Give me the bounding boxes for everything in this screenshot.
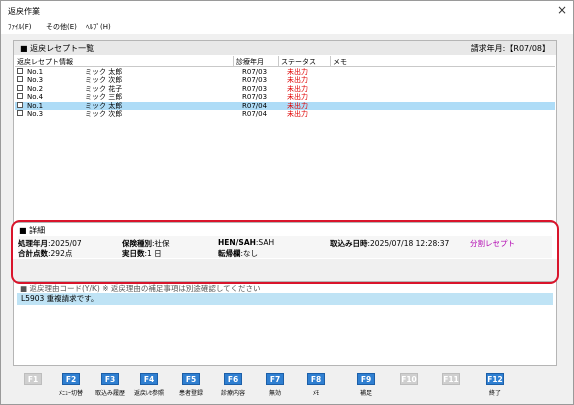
- rebate-list-panel: ■ 返戻レセプト一覧 請求年月:【R07/08】 返戻レセプト情報 診療年月 ス…: [13, 40, 557, 223]
- status-text: 未出力: [287, 84, 308, 93]
- column-header: 返戻レセプト情報 診療年月 ステータス メモ: [15, 56, 555, 67]
- detail-fields: 処理年月:2025/07 保険種別:社保 HEN/SAH:SAH 取込み日時:2…: [18, 236, 552, 258]
- title-bar: 返戻作業 ×: [1, 1, 573, 20]
- fkey-label: 診療内容: [220, 390, 245, 397]
- patient-name: ミック 次郎: [85, 76, 123, 85]
- fkey-cap: F6: [224, 373, 242, 385]
- status-text: 未出力: [287, 76, 308, 85]
- app-window: 返戻作業 × ﾌｧｲﾙ(F) その他(E) ﾍﾙﾌﾟ(H) ■ 返戻レセプト一覧…: [0, 0, 574, 405]
- days-field: 実日数:1 日: [122, 249, 162, 258]
- fkey-label: 取込み履歴: [94, 390, 125, 397]
- fkey-f3[interactable]: F3 取込み履歴: [88, 373, 132, 397]
- patient-name: ミック 次郎: [85, 109, 123, 118]
- detail-title: ■ 詳細: [19, 226, 46, 235]
- window-title: 返戻作業: [8, 7, 40, 16]
- status-text: 未出力: [287, 93, 308, 102]
- menu-file[interactable]: ﾌｧｲﾙ(F): [8, 22, 32, 32]
- list-item[interactable]: No.1 ミック 太郎 R07/04 未出力: [15, 101, 555, 110]
- col-status[interactable]: ステータス: [281, 57, 316, 67]
- fkey-f5[interactable]: F5 患者登録: [169, 373, 213, 397]
- fkey-cap: F12: [486, 373, 504, 385]
- points-field: 合計点数:292点: [18, 249, 73, 258]
- billing-month: 請求年月:【R07/08】: [470, 44, 550, 53]
- col-memo[interactable]: メモ: [333, 57, 347, 67]
- fkey-f12[interactable]: F12 終了: [473, 373, 517, 397]
- fkey-cap: F9: [357, 373, 375, 385]
- fkey-cap: F7: [266, 373, 284, 385]
- fkey-cap: F3: [101, 373, 119, 385]
- fkey-cap: F5: [182, 373, 200, 385]
- fkey-cap: F8: [307, 373, 325, 385]
- reason-panel: ■ 返戻理由コード(Y/K) ※ 返戻理由の補足事項は別途確認してください L5…: [13, 281, 557, 366]
- fkey-f8[interactable]: F8 ﾒﾓ: [294, 373, 338, 397]
- treatment-month: R07/03: [242, 76, 268, 85]
- row-number: No.1: [27, 68, 44, 76]
- patient-name: ミック 花子: [85, 84, 123, 93]
- row-checkbox[interactable]: [17, 76, 23, 83]
- fkey-f11: F11: [429, 373, 473, 388]
- fkey-f4[interactable]: F4 返戻ﾚｾ参照: [127, 373, 171, 397]
- list-header: ■ 返戻レセプト一覧 請求年月:【R07/08】: [14, 41, 556, 55]
- fkey-cap: F1: [24, 373, 42, 385]
- reason-line[interactable]: L5903 重複請求です。: [17, 293, 553, 305]
- menu-bar: ﾌｧｲﾙ(F) その他(E) ﾍﾙﾌﾟ(H): [1, 20, 573, 34]
- fkey-label: 返戻ﾚｾ参照: [133, 390, 164, 397]
- row-number: No.1: [27, 101, 44, 110]
- treatment-month: R07/03: [242, 93, 268, 102]
- fkey-f6[interactable]: F6 診療内容: [211, 373, 255, 397]
- function-key-bar: F1 F2 ﾒﾆｭｰ切替 F3 取込み履歴 F4 返戻ﾚｾ参照 F5 患者登録 F6 診療内容 F7 無…: [1, 369, 573, 403]
- close-icon[interactable]: ×: [557, 3, 567, 17]
- fkey-cap: F10: [400, 373, 418, 385]
- fkey-label: ﾒﾓ: [312, 390, 319, 397]
- treatment-month: R07/04: [242, 101, 268, 110]
- rebate-list: No.1 ミック 太郎 R07/03 未出力 No.3 ミック 次郎 R07/03 未出力 No…: [15, 68, 555, 118]
- row-checkbox[interactable]: [17, 101, 23, 108]
- list-item[interactable]: No.3 ミック 次郎 R07/03 未出力: [15, 76, 555, 84]
- row-number: No.2: [27, 84, 44, 93]
- row-number: No.3: [27, 76, 44, 85]
- column-divider: [233, 56, 234, 67]
- fkey-f7[interactable]: F7 無効: [253, 373, 297, 397]
- patient-name: ミック 三郎: [85, 93, 123, 102]
- import-datetime-field: 取込み日時:2025/07/18 12:28:37: [330, 239, 450, 248]
- col-info[interactable]: 返戻レセプト情報: [17, 57, 73, 67]
- fkey-f9[interactable]: F9 補足: [344, 373, 388, 397]
- list-title: ■ 返戻レセプト一覧: [20, 44, 95, 53]
- fkey-label: ﾒﾆｭｰ切替: [58, 390, 83, 397]
- fkey-label: 患者登録: [178, 390, 203, 397]
- list-item[interactable]: No.3 ミック 次郎 R07/04 未出力: [15, 109, 555, 118]
- status-text: 未出力: [287, 109, 308, 118]
- menu-other[interactable]: その他(E): [46, 22, 77, 32]
- fkey-cap: F11: [442, 373, 460, 385]
- row-checkbox[interactable]: [17, 109, 23, 116]
- fkey-cap: F4: [140, 373, 158, 385]
- patient-name: ミック 太郎: [85, 101, 123, 110]
- list-item[interactable]: No.2 ミック 花子 R07/03 未出力: [15, 84, 555, 93]
- fkey-label: 補足: [359, 390, 372, 397]
- row-checkbox[interactable]: [17, 93, 23, 100]
- split-receipt-label: 分割レセプト: [470, 239, 515, 248]
- detail-panel: ■ 詳細 処理年月:2025/07 保険種別:社保 HEN/SAH:SAH 取込…: [13, 223, 557, 259]
- status-text: 未出力: [287, 101, 308, 110]
- row-checkbox[interactable]: [17, 84, 23, 91]
- fkey-label: 終了: [488, 390, 501, 397]
- fkey-cap: F2: [62, 373, 80, 385]
- row-checkbox[interactable]: [17, 68, 23, 74]
- col-ym[interactable]: 診療年月: [236, 57, 264, 67]
- fkey-f10: F10: [387, 373, 431, 388]
- fkey-label: 無効: [268, 390, 281, 397]
- treatment-month: R07/03: [242, 68, 268, 76]
- row-number: No.3: [27, 109, 44, 118]
- column-divider: [330, 56, 331, 67]
- treatment-month: R07/03: [242, 84, 268, 93]
- menu-help[interactable]: ﾍﾙﾌﾟ(H): [86, 22, 111, 32]
- column-divider: [278, 56, 279, 67]
- tenki-field: 転帰欄:なし: [218, 249, 259, 258]
- fkey-f2[interactable]: F2 ﾒﾆｭｰ切替: [49, 373, 93, 397]
- row-number: No.4: [27, 93, 44, 102]
- treatment-month: R07/04: [242, 109, 268, 118]
- list-item[interactable]: No.4 ミック 三郎 R07/03 未出力: [15, 93, 555, 101]
- hen-sah-field: HEN/SAH:SAH: [218, 238, 275, 247]
